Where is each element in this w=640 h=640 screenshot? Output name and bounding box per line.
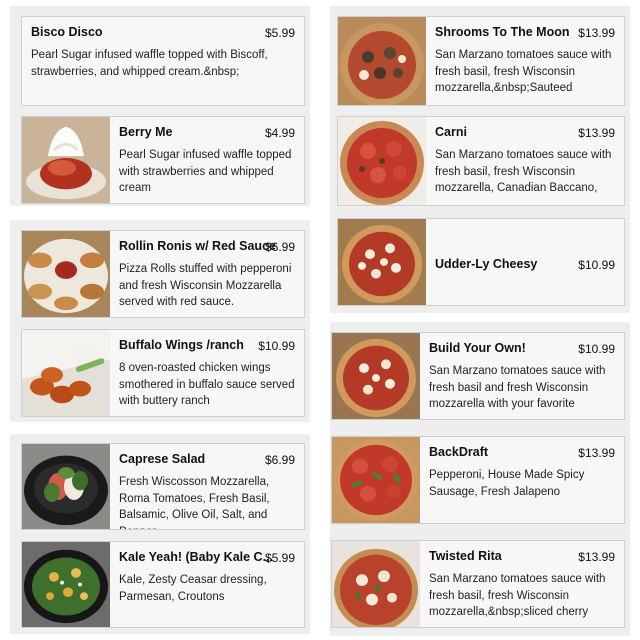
item-description: 8 oven-roasted chicken wings smothered i… (119, 362, 295, 407)
item-title: Twisted Rita (429, 549, 502, 563)
menu-item-shrooms-to-the-moon[interactable]: Shrooms To The Moon $13.99 San Marzano t… (337, 16, 625, 106)
item-title: BackDraft (429, 445, 489, 459)
mushroom-pizza-photo (338, 17, 426, 105)
meat-pizza-photo (338, 117, 426, 205)
item-description: San Marzano tomatoes sauce with fresh ba… (429, 573, 606, 618)
item-price: $4.99 (264, 126, 295, 140)
item-price: $13.99 (578, 550, 615, 564)
menu-item-caprese-salad[interactable]: Caprese Salad $6.99 Fresh Wiscosson Mozz… (21, 443, 305, 530)
menu-item-build-your-own[interactable]: Build Your Own! $10.99 San Marzano tomat… (331, 332, 625, 420)
item-description: Pearl Sugar infused waffle topped with B… (31, 49, 268, 78)
item-description: San Marzano tomatoes sauce with fresh ba… (429, 365, 606, 410)
menu-item-twisted-rita[interactable]: Twisted Rita $13.99 San Marzano tomatoes… (331, 540, 625, 628)
item-title: Caprese Salad (119, 452, 206, 466)
item-description: Fresh Wiscosson Mozzarella, Roma Tomatoe… (119, 476, 270, 529)
kale-salad-photo (22, 542, 110, 627)
item-price: $13.99 (578, 446, 615, 460)
item-title: Udder-Ly Cheesy (435, 257, 538, 271)
menu-item-udder-ly-cheesy[interactable]: Udder-Ly Cheesy $10.99 (337, 218, 625, 306)
item-price: $6.99 (264, 453, 295, 467)
item-description: Pizza Rolls stuffed with pepperoni and f… (119, 263, 292, 308)
caprese-salad-photo (22, 444, 110, 529)
item-title: Shrooms To The Moon (435, 25, 570, 39)
pizza-rolls-photo (22, 231, 110, 317)
menu-item-rollin-ronis[interactable]: Rollin Ronis w/ Red Sauce $6.99 Pizza Ro… (21, 230, 305, 318)
item-price: $5.99 (264, 26, 295, 40)
item-price: $13.99 (578, 126, 615, 140)
item-price: $13.99 (578, 26, 615, 40)
left-column: Bisco Disco $5.99 Pearl Sugar infused wa… (0, 0, 320, 640)
item-price: $10.99 (578, 258, 615, 272)
item-price: $6.99 (264, 240, 295, 254)
waffle-photo (22, 117, 110, 203)
item-title: Berry Me (119, 125, 173, 139)
item-description: Pepperoni, House Made Spicy Sausage, Fre… (429, 469, 585, 498)
custom-pizza-photo (332, 333, 420, 419)
item-description: San Marzano tomatoes sauce with fresh ba… (435, 49, 612, 94)
right-column: Shrooms To The Moon $13.99 San Marzano t… (320, 0, 640, 640)
item-title: Build Your Own! (429, 341, 526, 355)
item-title: Kale Yeah! (Baby Kale C... (119, 550, 273, 564)
menu-item-bisco-disco[interactable]: Bisco Disco $5.99 Pearl Sugar infused wa… (21, 16, 305, 106)
item-price: $10.99 (578, 342, 615, 356)
menu-item-berry-me[interactable]: Berry Me $4.99 Pearl Sugar infused waffl… (21, 116, 305, 204)
item-title: Rollin Ronis w/ Red Sauce (119, 239, 276, 253)
item-title: Bisco Disco (31, 25, 103, 39)
menu-item-buffalo-wings[interactable]: Buffalo Wings /ranch $10.99 8 oven-roast… (21, 329, 305, 417)
menu-item-carni[interactable]: Carni $13.99 San Marzano tomatoes sauce … (337, 116, 625, 206)
menu-item-kale-yeah[interactable]: Kale Yeah! (Baby Kale C... $5.99 Kale, Z… (21, 541, 305, 628)
item-description: San Marzano tomatoes sauce with fresh ba… (435, 149, 612, 194)
chicken-wings-photo (22, 330, 110, 416)
item-title: Carni (435, 125, 467, 139)
menu-item-backdraft[interactable]: BackDraft $13.99 Pepperoni, House Made S… (331, 436, 625, 524)
item-description: Pearl Sugar infused waffle topped with s… (119, 149, 292, 194)
item-price: $10.99 (258, 339, 295, 353)
pepperoni-jalapeno-pizza-photo (332, 437, 420, 523)
item-price: $5.99 (264, 551, 295, 565)
margherita-pizza-photo (332, 541, 420, 627)
cheese-pizza-photo (338, 219, 426, 305)
item-title: Buffalo Wings /ranch (119, 338, 244, 352)
item-description: Kale, Zesty Ceasar dressing, Parmesan, C… (119, 574, 267, 603)
